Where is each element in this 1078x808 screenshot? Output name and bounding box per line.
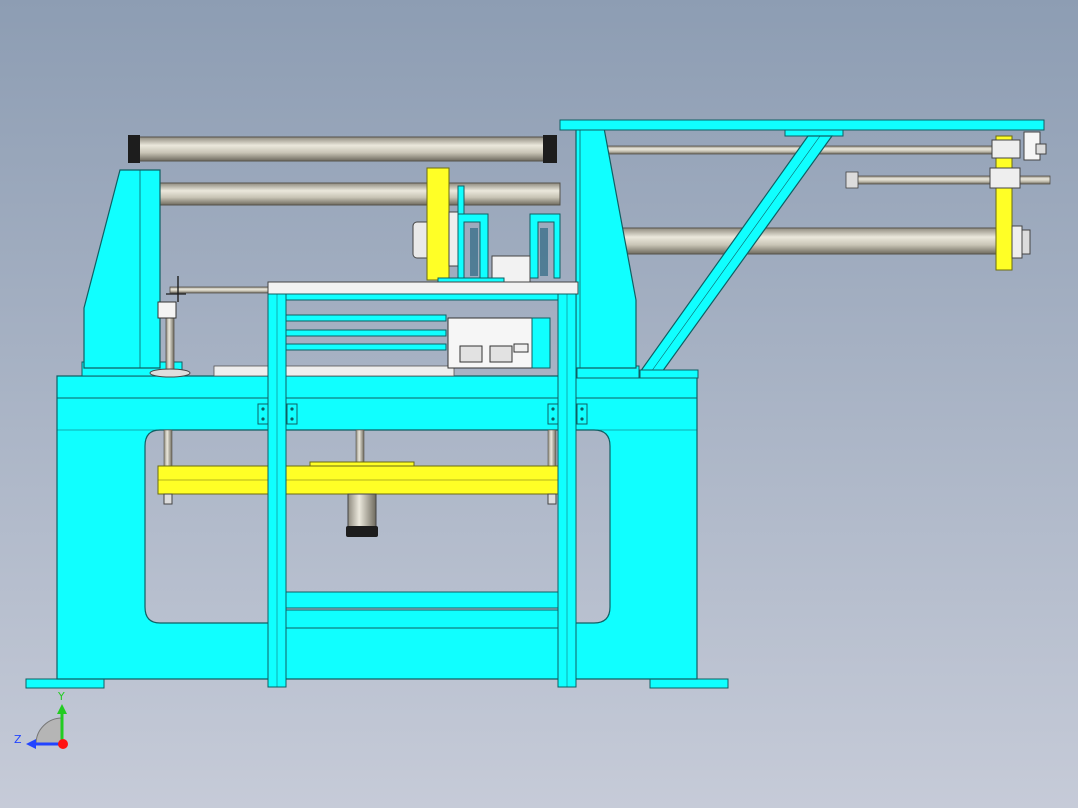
top-horizontal-arm (559, 119, 1045, 131)
z-axis-label: Z (14, 733, 22, 746)
top-rod-left-cap (128, 135, 140, 163)
left-vertical-post (165, 315, 175, 371)
right-main-rod (621, 227, 1003, 255)
table-top (267, 281, 579, 295)
cad-viewport[interactable]: Y Z (0, 0, 1078, 808)
top-rod-right-cap (543, 135, 557, 163)
x-axis-dot (58, 739, 68, 749)
frame-top-strip (213, 365, 455, 377)
base-foot-left (25, 678, 105, 689)
base-foot-right (649, 678, 729, 689)
cylinder-end (346, 526, 378, 537)
center-yellow-disc (426, 167, 450, 281)
second-rod (159, 182, 561, 206)
cylinder-body (347, 493, 377, 529)
lower-left-thin-rod (169, 286, 271, 294)
top-long-rod (135, 136, 551, 162)
right-bolt-head (845, 171, 859, 189)
y-axis-label: Y (57, 690, 65, 703)
